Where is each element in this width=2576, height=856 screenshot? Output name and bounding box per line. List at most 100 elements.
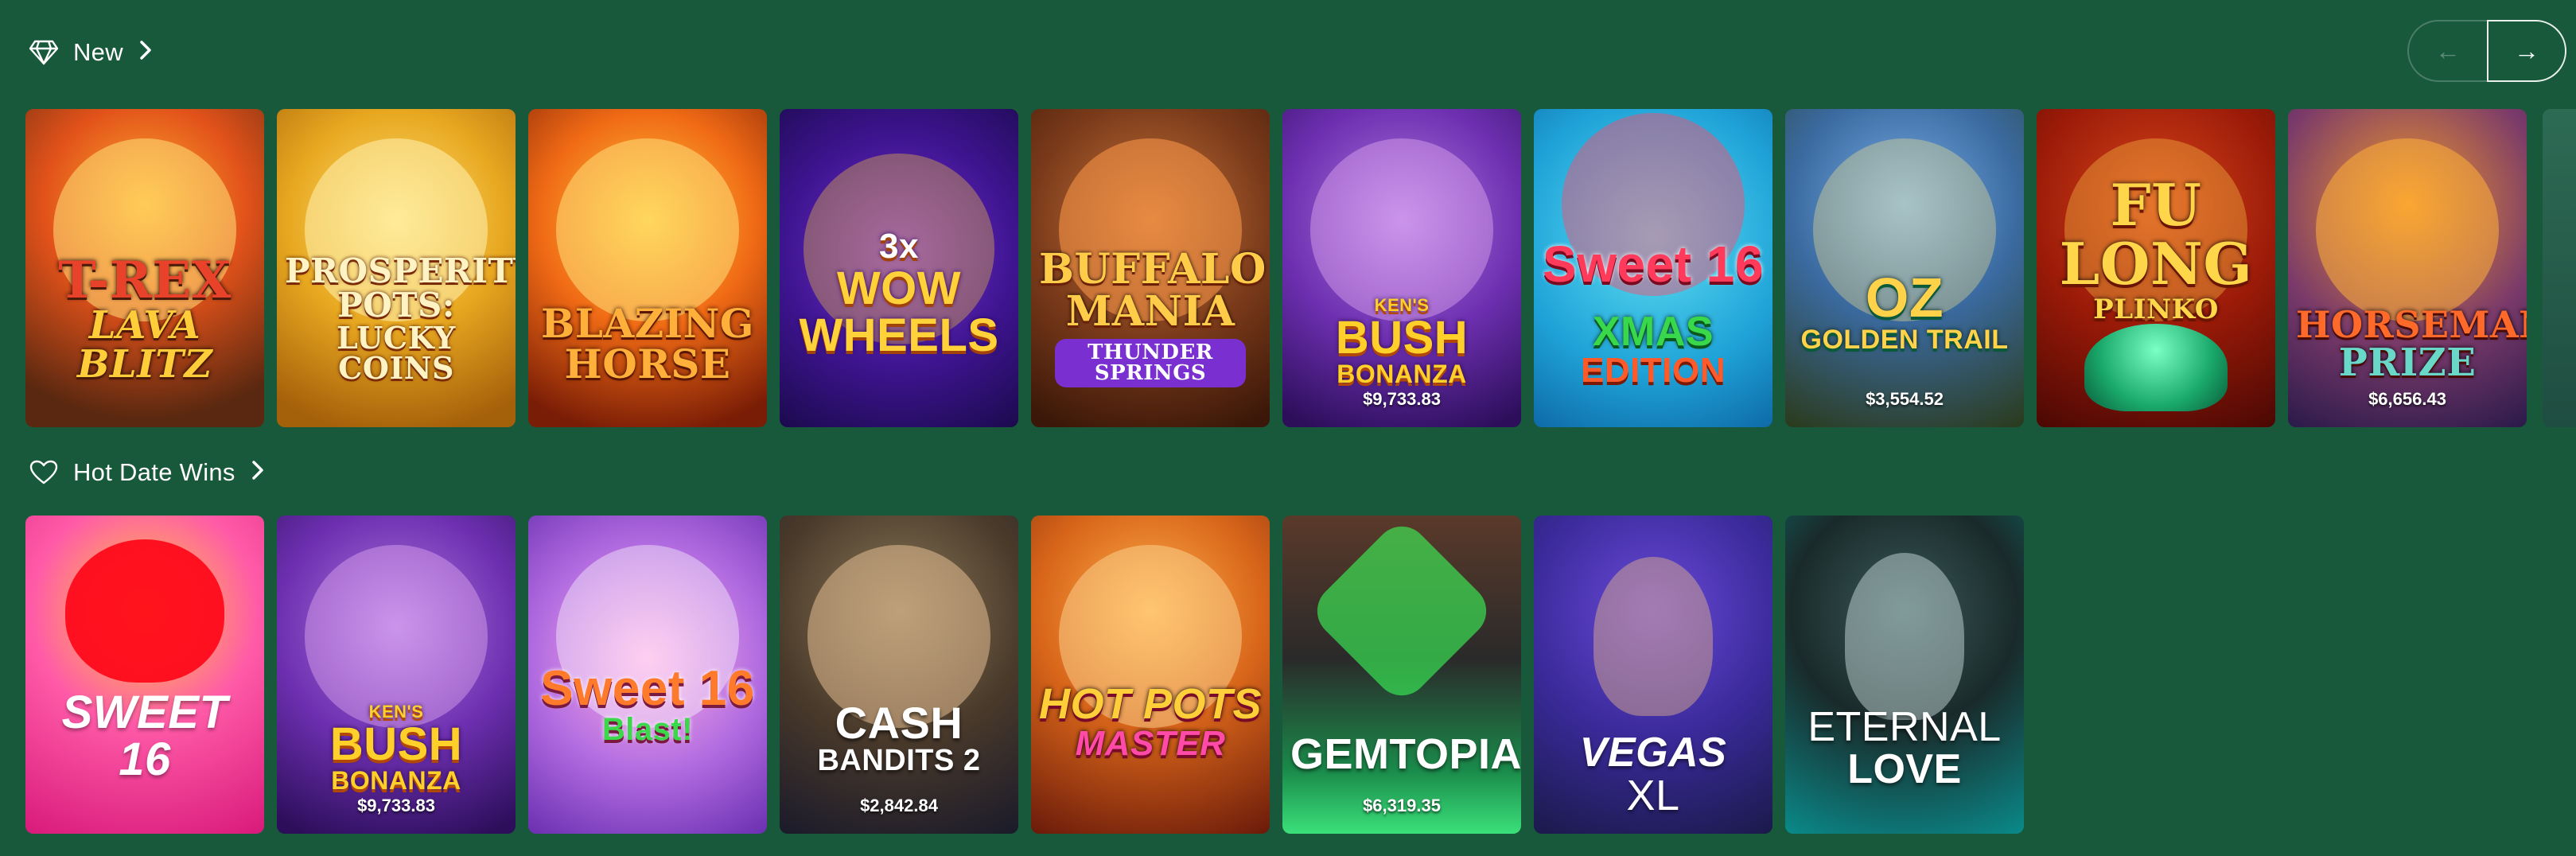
game-title: HOT POTS (1039, 680, 1263, 729)
game-title: VEGAS (1579, 729, 1727, 776)
arrow-left-icon: ← (2435, 36, 2461, 65)
game-title: BUSH (1335, 312, 1469, 364)
carousel-prev-button[interactable]: ← (2407, 20, 2487, 82)
game-subtitle: XL (1626, 771, 1680, 819)
game-logo: HOT POTS MASTER (1039, 680, 1263, 764)
heart-art (65, 539, 224, 683)
game-tile-kens-bush-bonanza[interactable]: KEN'S BUSH BONANZA $9,733.83 (1282, 109, 1521, 427)
chevron-right-icon (138, 39, 154, 66)
game-tile-fu-long-plinko[interactable]: FU LONG PLINKO (2037, 109, 2275, 427)
jackpot-amount: $3,554.52 (1866, 389, 1944, 409)
game-subtitle: GOLDEN TRAIL (1800, 325, 2009, 356)
game-tile-gemtopia[interactable]: GEMTOPIA $6,319.35 (1282, 516, 1521, 834)
game-title: BUFFALO (1039, 244, 1267, 294)
game-tile-partial[interactable] (2543, 109, 2576, 427)
game-tile-trex-lava-blitz[interactable]: T-REX LAVA BLITZ (25, 109, 264, 427)
game-subtitle: LUCKY COINS (337, 319, 456, 387)
game-tile-prosperity-pots[interactable]: PROSPERITY POTS: LUCKY COINS (277, 109, 516, 427)
game-logo: FU LONG PLINKO (2045, 176, 2267, 324)
game-art (305, 545, 488, 728)
game-logo: ETERNAL LOVE (1793, 706, 2016, 791)
jackpot-amount: $6,319.35 (1363, 796, 1441, 815)
game-subtitle: MASTER (1075, 724, 1226, 764)
game-subtitle: LOVE (1847, 745, 1962, 792)
diamond-icon (27, 36, 60, 69)
game-title: SWEET (61, 686, 228, 738)
game-title: FU LONG (2059, 171, 2253, 298)
game-title: PROSPERITY POTS: (285, 251, 516, 325)
game-subtitle: HORSE (564, 340, 731, 387)
game-title: OZ (1865, 266, 1944, 329)
game-tile-sweet16-blast[interactable]: Sweet 16 Blast! (528, 516, 767, 834)
games-row-hot-date-wins: SWEET 16 KEN'S BUSH BONANZA $9,733.83 Sw… (25, 516, 2024, 834)
game-subtitle: PRIZE (2338, 340, 2477, 386)
game-tile-kens-bush-bonanza[interactable]: KEN'S BUSH BONANZA $9,733.83 (277, 516, 516, 834)
game-subtitle: PLINKO (2093, 294, 2219, 326)
game-logo: BLAZING HORSE (536, 303, 759, 384)
game-title: CASH (835, 698, 963, 749)
game-logo: PROSPERITY POTS: LUCKY COINS (285, 251, 516, 387)
game-title: BUSH (329, 718, 463, 771)
section-header-hot-date-wins[interactable]: Hot Date Wins (27, 449, 266, 496)
game-logo: Sweet 16 XMAS EDITION (1542, 235, 1765, 389)
game-art (556, 138, 739, 321)
game-title: GEMTOPIA (1290, 730, 1521, 778)
game-tile-hot-pots-master[interactable]: HOT POTS MASTER (1031, 516, 1270, 834)
jackpot-amount: $2,842.84 (860, 796, 938, 815)
game-logo: VEGAS XL (1542, 729, 1765, 819)
carousel-next-button[interactable]: → (2487, 20, 2566, 82)
game-title: HORSEMAN'S (2296, 303, 2527, 347)
game-subtitle: LAVA BLITZ (76, 303, 213, 387)
game-title: BLAZING (540, 300, 754, 347)
game-title: T-REX (58, 250, 232, 310)
arrow-right-icon: → (2514, 36, 2539, 65)
section-title: New (73, 38, 123, 66)
game-prefix: Sweet 16 (1543, 235, 1764, 293)
game-tile-sweet-16[interactable]: SWEET 16 (25, 516, 264, 834)
section-title: Hot Date Wins (73, 458, 235, 486)
pot-art (2084, 324, 2228, 411)
game-tile-eternal-love[interactable]: ETERNAL LOVE (1785, 516, 2024, 834)
game-logo: BUFFALO MANIA THUNDER SPRINGS (1039, 244, 1267, 387)
game-title: XMAS (1592, 309, 1714, 356)
chevron-right-icon (250, 459, 266, 486)
heart-icon (27, 456, 60, 489)
game-subtitle: WOW WHEELS (799, 262, 999, 361)
jackpot-amount: $6,656.43 (2368, 389, 2446, 409)
game-logo: KEN'S BUSH BONANZA (285, 702, 508, 796)
game-title: 3x (879, 226, 919, 266)
game-tile-oz-golden-trail[interactable]: OZ GOLDEN TRAIL $3,554.52 (1785, 109, 2024, 427)
game-logo: KEN'S BUSH BONANZA (1290, 296, 1513, 389)
game-tile-cash-bandits-2[interactable]: CASH BANDITS 2 $2,842.84 (780, 516, 1018, 834)
game-logo: HORSEMAN'S PRIZE (2296, 303, 2527, 386)
game-logo: CASH BANDITS 2 (788, 700, 1010, 776)
jackpot-amount: $9,733.83 (1363, 389, 1441, 409)
game-logo: Sweet 16 Blast! (536, 663, 759, 746)
games-row-new: T-REX LAVA BLITZ PROSPERITY POTS: LUCKY … (25, 109, 2527, 427)
game-subtitle: BONANZA (1337, 360, 1467, 389)
game-logo: GEMTOPIA (1290, 730, 1521, 778)
game-edition-badge: THUNDER SPRINGS (1055, 338, 1246, 387)
section-header-new[interactable]: New (27, 29, 154, 76)
game-title: Sweet 16 (540, 660, 755, 716)
game-subtitle: BANDITS 2 (817, 744, 981, 778)
character-art (1845, 553, 1964, 720)
character-art (1593, 557, 1713, 716)
game-tile-sweet16-xmas[interactable]: Sweet 16 XMAS EDITION (1534, 109, 1772, 427)
game-tile-blazing-horse[interactable]: BLAZING HORSE (528, 109, 767, 427)
game-subtitle: 16 (119, 733, 171, 785)
gem-art (1306, 516, 1498, 707)
game-logo: 3x WOW WHEELS (788, 226, 1010, 361)
game-subtitle: MANIA (1065, 286, 1235, 336)
carousel-nav: ← → (2407, 20, 2566, 82)
game-tile-wow-wheels[interactable]: 3x WOW WHEELS (780, 109, 1018, 427)
game-logo: T-REX LAVA BLITZ (33, 255, 256, 384)
game-logo: SWEET 16 (33, 689, 256, 783)
game-subtitle: BONANZA (331, 766, 461, 796)
jackpot-amount: $9,733.83 (357, 796, 435, 815)
game-tile-vegas-xl[interactable]: VEGAS XL (1534, 516, 1772, 834)
game-title: ETERNAL (1807, 703, 2002, 750)
game-tile-horsemans-prize[interactable]: HORSEMAN'S PRIZE $6,656.43 (2288, 109, 2527, 427)
game-tile-buffalo-mania[interactable]: BUFFALO MANIA THUNDER SPRINGS (1031, 109, 1270, 427)
game-subtitle: Blast! (601, 712, 694, 748)
